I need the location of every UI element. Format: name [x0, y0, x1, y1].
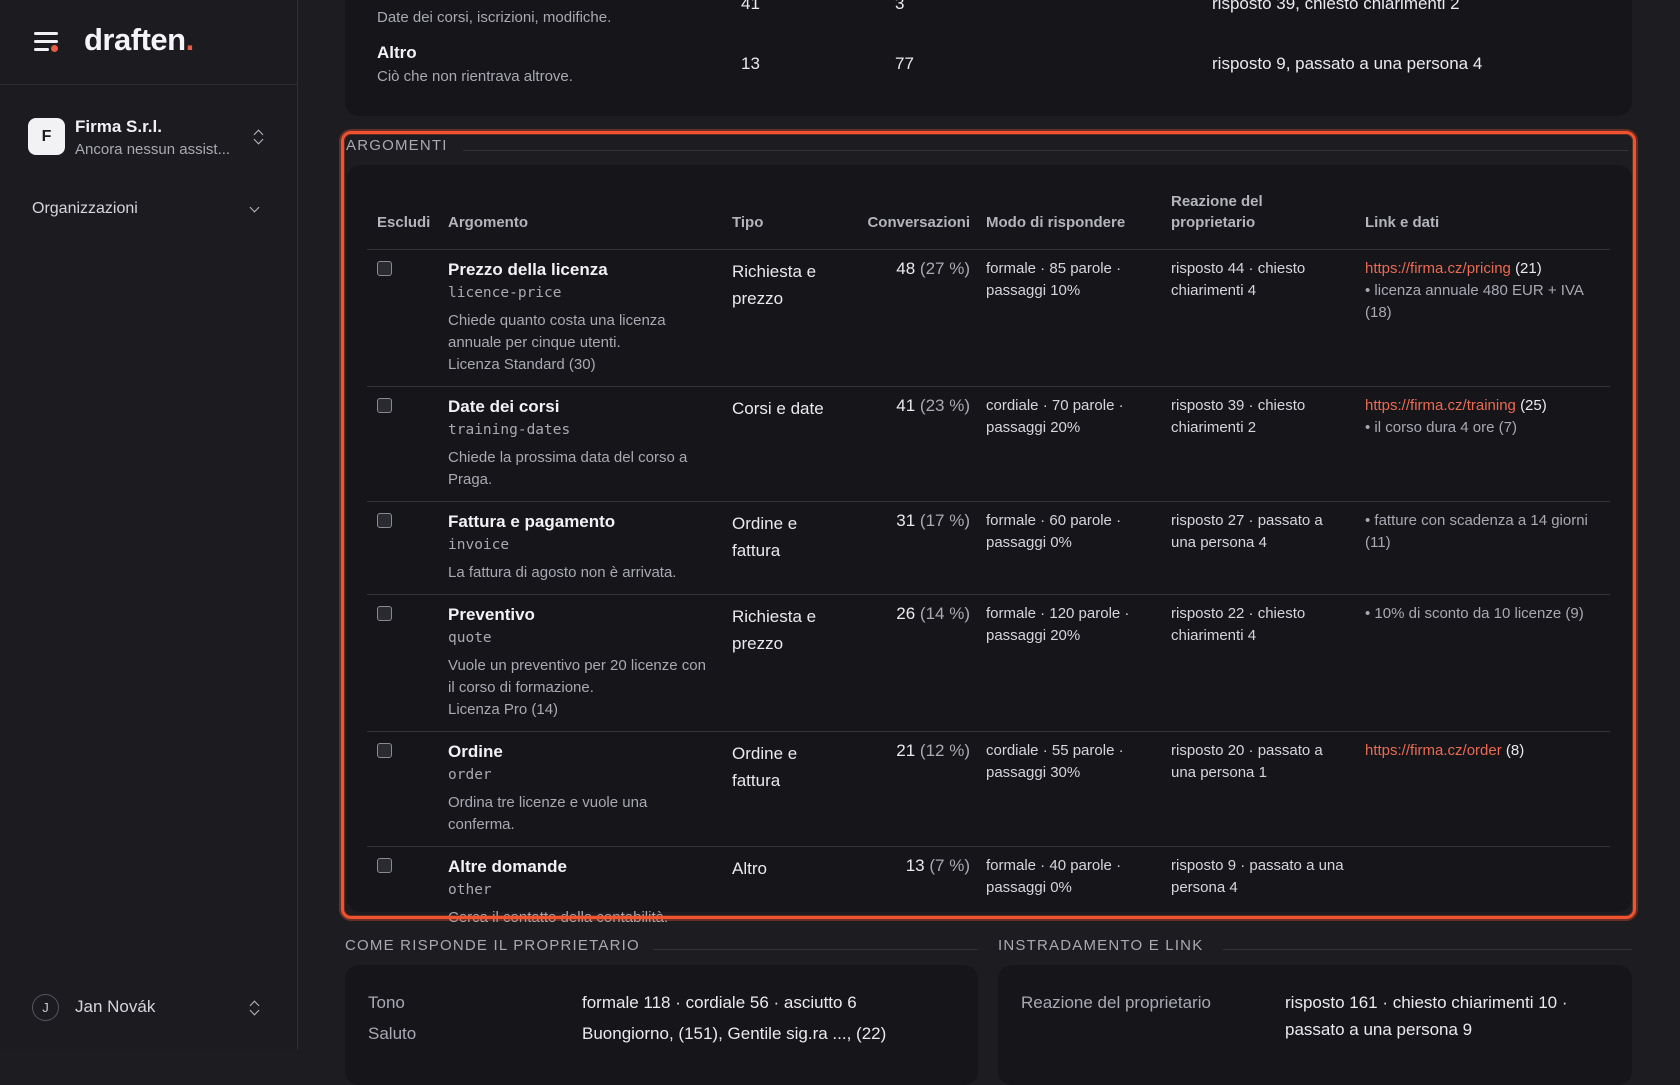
owner-card: Tono formale 118 · cordiale 56 · asciutt…: [345, 965, 978, 1085]
kv-key: Reazione del proprietario: [1021, 993, 1211, 1012]
menu-icon[interactable]: [34, 31, 58, 53]
kv-value: formale 118 · cordiale 56 · asciutto 6: [582, 993, 857, 1012]
kv-key: Saluto: [368, 1024, 417, 1043]
divider: [1223, 949, 1632, 950]
row-reaction: risposto 39, chiesto chiarimenti 2: [1212, 0, 1460, 13]
kv-key: Tono: [368, 993, 405, 1012]
avatar: J: [32, 994, 59, 1021]
chevron-updown-icon: [253, 128, 265, 146]
sidebar-header: draften.: [0, 0, 297, 85]
row-desc: Ciò che non rientrava altrove.: [377, 68, 573, 85]
kv-value: Buongiorno, (151), Gentile sig.ra ..., (…: [582, 1024, 887, 1043]
org-name: Firma S.r.l.: [75, 117, 162, 136]
sidebar-item-label: Organizzazioni: [32, 200, 138, 217]
divider: [653, 949, 978, 950]
row-count-2: 3: [895, 0, 905, 13]
sidebar-item-organizzazioni[interactable]: Organizzazioni: [32, 200, 262, 224]
sidebar: draften. F Firma S.r.l. Ancora nessun as…: [0, 0, 298, 1050]
user-menu[interactable]: J Jan Novák: [32, 994, 272, 1024]
org-subtitle: Ancora nessun assist...: [75, 141, 231, 158]
main-content: Date dei corsi, iscrizioni, modifiche. 4…: [298, 0, 1680, 1085]
row-desc: Date dei corsi, iscrizioni, modifiche.: [377, 9, 612, 26]
chevron-down-icon: [249, 202, 260, 213]
org-avatar: F: [28, 118, 65, 155]
row-count: 41: [741, 0, 760, 13]
kv-value: risposto 161 · chiesto chiarimenti 10 ·: [1285, 993, 1568, 1012]
user-name: Jan Novák: [75, 997, 156, 1016]
row-count-2: 77: [895, 54, 914, 73]
row-title: Altro: [377, 43, 417, 62]
summary-table: Date dei corsi, iscrizioni, modifiche. 4…: [345, 0, 1632, 116]
chevron-updown-icon: [249, 999, 261, 1017]
routing-card: Reazione del proprietario risposto 161 ·…: [998, 965, 1632, 1085]
section-title-owner: COME RISPONDE IL PROPRIETARIO: [345, 937, 640, 954]
org-switcher[interactable]: F Firma S.r.l. Ancora nessun assist...: [28, 116, 268, 166]
highlight-frame: [341, 131, 1636, 919]
row-reaction: risposto 9, passato a una persona 4: [1212, 54, 1483, 73]
section-title-routing: INSTRADAMENTO E LINK: [998, 937, 1204, 954]
row-count: 13: [741, 54, 760, 73]
brand-logo[interactable]: draften.: [84, 22, 194, 58]
kv-value-2: passato a una persona 9: [1285, 1020, 1473, 1039]
